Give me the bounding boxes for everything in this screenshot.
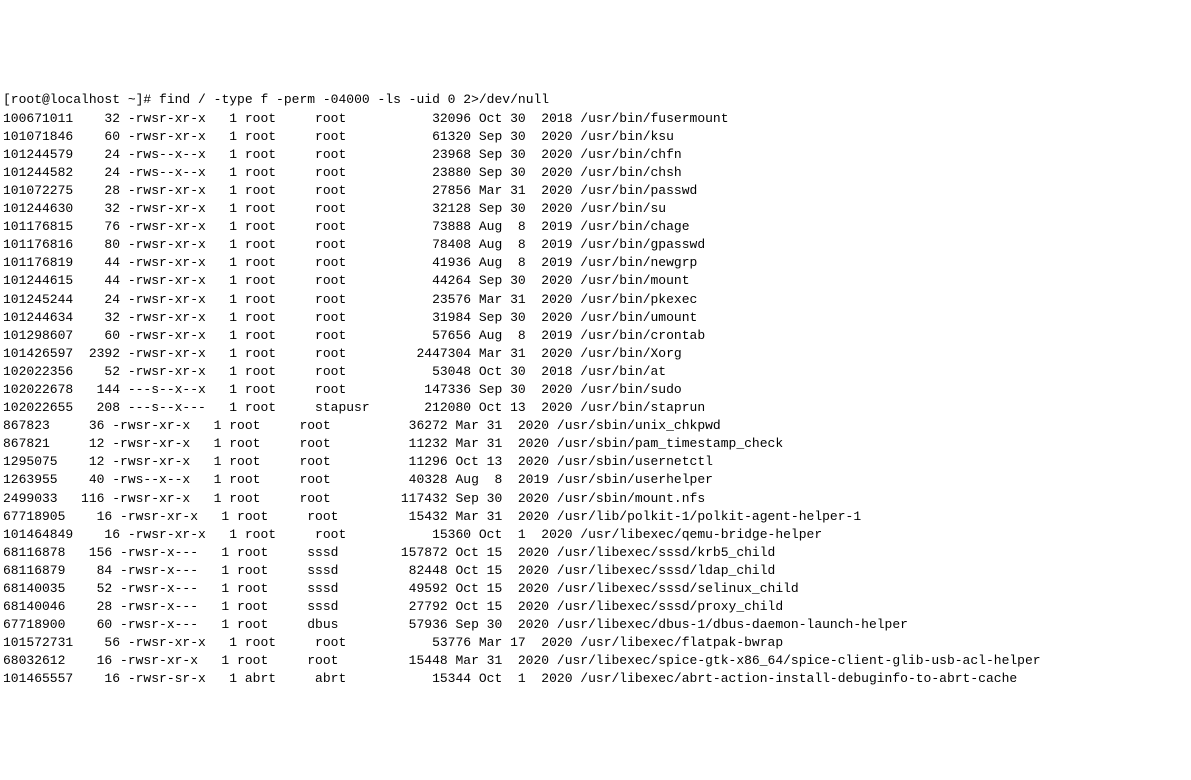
output-row: 1263955 40 -rws--x--x 1 root root 40328 … xyxy=(3,471,1188,489)
output-row: 101176819 44 -rwsr-xr-x 1 root root 4193… xyxy=(3,254,1188,272)
output-row: 101298607 60 -rwsr-xr-x 1 root root 5765… xyxy=(3,327,1188,345)
output-row: 68140035 52 -rwsr-x--- 1 root sssd 49592… xyxy=(3,580,1188,598)
output-row: 101071846 60 -rwsr-xr-x 1 root root 6132… xyxy=(3,128,1188,146)
output-row: 1295075 12 -rwsr-xr-x 1 root root 11296 … xyxy=(3,453,1188,471)
output-row: 101072275 28 -rwsr-xr-x 1 root root 2785… xyxy=(3,182,1188,200)
output-row: 101572731 56 -rwsr-xr-x 1 root root 5377… xyxy=(3,634,1188,652)
output-row: 101244579 24 -rws--x--x 1 root root 2396… xyxy=(3,146,1188,164)
output-row: 101244615 44 -rwsr-xr-x 1 root root 4426… xyxy=(3,272,1188,290)
output-row: 101465557 16 -rwsr-sr-x 1 abrt abrt 1534… xyxy=(3,670,1188,688)
output-row: 68032612 16 -rwsr-xr-x 1 root root 15448… xyxy=(3,652,1188,670)
output-row: 101244630 32 -rwsr-xr-x 1 root root 3212… xyxy=(3,200,1188,218)
output-row: 100671011 32 -rwsr-xr-x 1 root root 3209… xyxy=(3,110,1188,128)
output-row: 867823 36 -rwsr-xr-x 1 root root 36272 M… xyxy=(3,417,1188,435)
output-row: 101244634 32 -rwsr-xr-x 1 root root 3198… xyxy=(3,309,1188,327)
output-row: 102022678 144 ---s--x--x 1 root root 147… xyxy=(3,381,1188,399)
output-row: 101245244 24 -rwsr-xr-x 1 root root 2357… xyxy=(3,291,1188,309)
output-row: 67718900 60 -rwsr-x--- 1 root dbus 57936… xyxy=(3,616,1188,634)
output-row: 101176816 80 -rwsr-xr-x 1 root root 7840… xyxy=(3,236,1188,254)
output-row: 101426597 2392 -rwsr-xr-x 1 root root 24… xyxy=(3,345,1188,363)
shell-prompt: [root@localhost ~]# xyxy=(3,92,159,107)
output-row: 101464849 16 -rwsr-xr-x 1 root root 1536… xyxy=(3,526,1188,544)
command-text: find / -type f -perm -04000 -ls -uid 0 2… xyxy=(159,92,549,107)
output-row: 101244582 24 -rws--x--x 1 root root 2388… xyxy=(3,164,1188,182)
output-row: 101176815 76 -rwsr-xr-x 1 root root 7388… xyxy=(3,218,1188,236)
command-line: [root@localhost ~]# find / -type f -perm… xyxy=(3,91,1188,109)
output-row: 68140046 28 -rwsr-x--- 1 root sssd 27792… xyxy=(3,598,1188,616)
output-row: 102022655 208 ---s--x--- 1 root stapusr … xyxy=(3,399,1188,417)
output-row: 102022356 52 -rwsr-xr-x 1 root root 5304… xyxy=(3,363,1188,381)
output-row: 2499033 116 -rwsr-xr-x 1 root root 11743… xyxy=(3,490,1188,508)
output-row: 68116879 84 -rwsr-x--- 1 root sssd 82448… xyxy=(3,562,1188,580)
terminal-output[interactable]: [root@localhost ~]# find / -type f -perm… xyxy=(0,90,1191,689)
output-row: 67718905 16 -rwsr-xr-x 1 root root 15432… xyxy=(3,508,1188,526)
output-row: 68116878 156 -rwsr-x--- 1 root sssd 1578… xyxy=(3,544,1188,562)
output-row: 867821 12 -rwsr-xr-x 1 root root 11232 M… xyxy=(3,435,1188,453)
